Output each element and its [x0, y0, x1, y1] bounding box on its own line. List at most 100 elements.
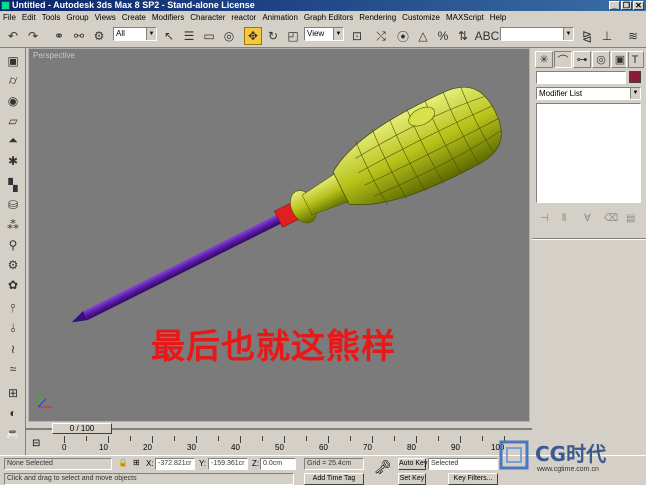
maximize-button[interactable]: ❐ [621, 1, 632, 10]
align-icon[interactable]: ⊥ [598, 27, 616, 45]
create-cylinder-icon[interactable]: ⌭ [3, 72, 23, 89]
tick-label: 20 [143, 443, 152, 452]
create-sphere-icon[interactable]: ◉ [3, 92, 23, 109]
menu-animation[interactable]: Animation [262, 13, 298, 22]
select-by-name-icon[interactable]: ☰ [180, 27, 198, 45]
selection-filter-dropdown[interactable]: All ▼ [113, 27, 157, 41]
unlink-icon[interactable]: ⚯ [70, 27, 88, 45]
select-and-manipulate-icon[interactable]: ⤭ [372, 27, 390, 45]
select-and-link-icon[interactable]: ⚭ [50, 27, 68, 45]
create-cone-icon[interactable]: ⏶ [3, 132, 23, 149]
pin-stack-icon[interactable]: ⊣ [540, 213, 549, 224]
uvw-map-icon[interactable]: ⊞ [3, 384, 23, 401]
menu-reactor[interactable]: reactor [231, 13, 256, 22]
menu-rendering[interactable]: Rendering [359, 13, 396, 22]
systems-icon[interactable]: ✿ [3, 276, 23, 293]
z-coordinate-field[interactable]: 0.0cm [260, 458, 296, 470]
menu-group[interactable]: Group [66, 13, 88, 22]
object-name-field[interactable] [536, 71, 626, 84]
key-icon[interactable]: 🗝 [374, 460, 392, 474]
modifier-stack[interactable] [536, 103, 641, 203]
compound-icon[interactable]: ⛁ [3, 196, 23, 213]
minimize-button[interactable]: _ [609, 1, 620, 10]
pivot-center-icon[interactable]: ⊡ [348, 27, 366, 45]
material-icon[interactable]: ◐ [3, 404, 23, 421]
trackbar-tick [130, 436, 131, 441]
utilities-tab-icon[interactable]: T [626, 51, 644, 68]
menu-views[interactable]: Views [95, 13, 116, 22]
angle-snap-icon[interactable]: △ [414, 27, 432, 45]
taper-modifier-icon[interactable]: ⫰ [3, 320, 23, 337]
create-tab-icon[interactable]: ✳ [535, 51, 553, 68]
menu-create[interactable]: Create [122, 13, 146, 22]
remove-modifier-icon[interactable]: ⌫ [604, 213, 618, 224]
bind-space-warp-icon[interactable]: ⚙ [90, 27, 108, 45]
trackbar[interactable]: ⊟ 0 10 20 30 40 50 60 70 80 90 100 [26, 436, 532, 455]
create-box-icon[interactable]: ▣ [3, 52, 23, 69]
named-selection-icon[interactable]: ABC [475, 27, 500, 45]
hierarchy-tab-icon[interactable]: ⊶ [573, 51, 591, 68]
menu-maxscript[interactable]: MAXScript [446, 13, 484, 22]
trackbar-tick [438, 436, 439, 441]
reference-coordinate-dropdown[interactable]: View ▼ [304, 27, 344, 41]
perspective-viewport[interactable]: Perspective 最后也就这熊样 [28, 48, 530, 422]
time-slider[interactable]: 0 / 100 [26, 422, 532, 436]
y-coordinate-field[interactable]: -159.361cr [208, 458, 248, 470]
rectangular-selection-icon[interactable]: ▭ [200, 27, 218, 45]
show-end-result-icon[interactable]: ⫴ [562, 213, 566, 224]
noise-modifier-icon[interactable]: ≈ [3, 360, 23, 377]
add-time-tag-button[interactable]: Add Time Tag [304, 473, 364, 485]
auto-key-button[interactable]: Auto Key [398, 458, 427, 470]
menu-customize[interactable]: Customize [402, 13, 440, 22]
redo-icon[interactable]: ↷ [24, 27, 42, 45]
menu-graph-editors[interactable]: Graph Editors [304, 13, 353, 22]
named-selection-dropdown[interactable]: ▼ [500, 27, 574, 41]
window-crossing-icon[interactable]: ◎ [220, 27, 238, 45]
menu-file[interactable]: File [3, 13, 16, 22]
tick-label: 30 [187, 443, 196, 452]
shapes-icon[interactable]: ▚ [3, 176, 23, 193]
motion-tab-icon[interactable]: ◎ [592, 51, 610, 68]
set-key-button[interactable]: Set Key [398, 473, 426, 485]
select-object-icon[interactable]: ↖ [160, 27, 178, 45]
object-color-swatch[interactable] [629, 71, 641, 83]
menu-help[interactable]: Help [490, 13, 506, 22]
configure-modifier-sets-icon[interactable]: ▤ [626, 213, 635, 224]
key-filters-button[interactable]: Key Filters... [448, 473, 498, 485]
key-mode-dropdown[interactable]: Selected [428, 458, 498, 470]
undo-icon[interactable]: ↶ [4, 27, 22, 45]
select-and-scale-icon[interactable]: ◰ [284, 27, 302, 45]
snap-toggle-icon[interactable]: ⦿ [394, 27, 412, 45]
modify-tab-icon[interactable]: ⌒ [554, 51, 572, 68]
chevron-down-icon: ▼ [630, 88, 640, 99]
spinner-snap-icon[interactable]: ⇅ [454, 27, 472, 45]
layer-manager-icon[interactable]: ≋ [624, 27, 642, 45]
particles-icon[interactable]: ⁂ [3, 216, 23, 233]
helpers-icon[interactable]: ⚲ [3, 236, 23, 253]
twist-modifier-icon[interactable]: ≀ [3, 340, 23, 357]
create-light-icon[interactable]: ✱ [3, 152, 23, 169]
menu-modifiers[interactable]: Modifiers [152, 13, 184, 22]
bend-modifier-icon[interactable]: ⫯ [3, 300, 23, 317]
x-coordinate-field[interactable]: -372.821cr [155, 458, 195, 470]
make-unique-icon[interactable]: ∀ [584, 213, 591, 224]
menu-character[interactable]: Character [190, 13, 225, 22]
reference-coordinate-value: View [307, 29, 325, 38]
modifier-list-dropdown[interactable]: Modifier List ▼ [536, 87, 641, 100]
absolute-mode-icon[interactable]: ⊞ [133, 458, 140, 468]
create-plane-icon[interactable]: ▱ [3, 112, 23, 129]
percent-snap-icon[interactable]: % [434, 27, 452, 45]
lock-selection-icon[interactable]: 🔒 [118, 458, 128, 468]
menu-edit[interactable]: Edit [22, 13, 36, 22]
close-button[interactable]: ✕ [633, 1, 644, 10]
spacewarps-icon[interactable]: ⚙ [3, 256, 23, 273]
select-and-rotate-icon[interactable]: ↻ [264, 27, 282, 45]
render-icon[interactable]: ☕ [3, 424, 23, 441]
select-and-move-icon[interactable]: ✥ [244, 27, 262, 45]
time-slider-thumb[interactable]: 0 / 100 [52, 423, 112, 434]
menu-tools[interactable]: Tools [42, 13, 61, 22]
trackbar-tick [350, 436, 351, 441]
grid-size-readout: Grid = 25.4cm [304, 458, 364, 470]
mirror-icon[interactable]: ⧎ [578, 27, 596, 45]
trackbar-icon[interactable]: ⊟ [32, 438, 40, 449]
